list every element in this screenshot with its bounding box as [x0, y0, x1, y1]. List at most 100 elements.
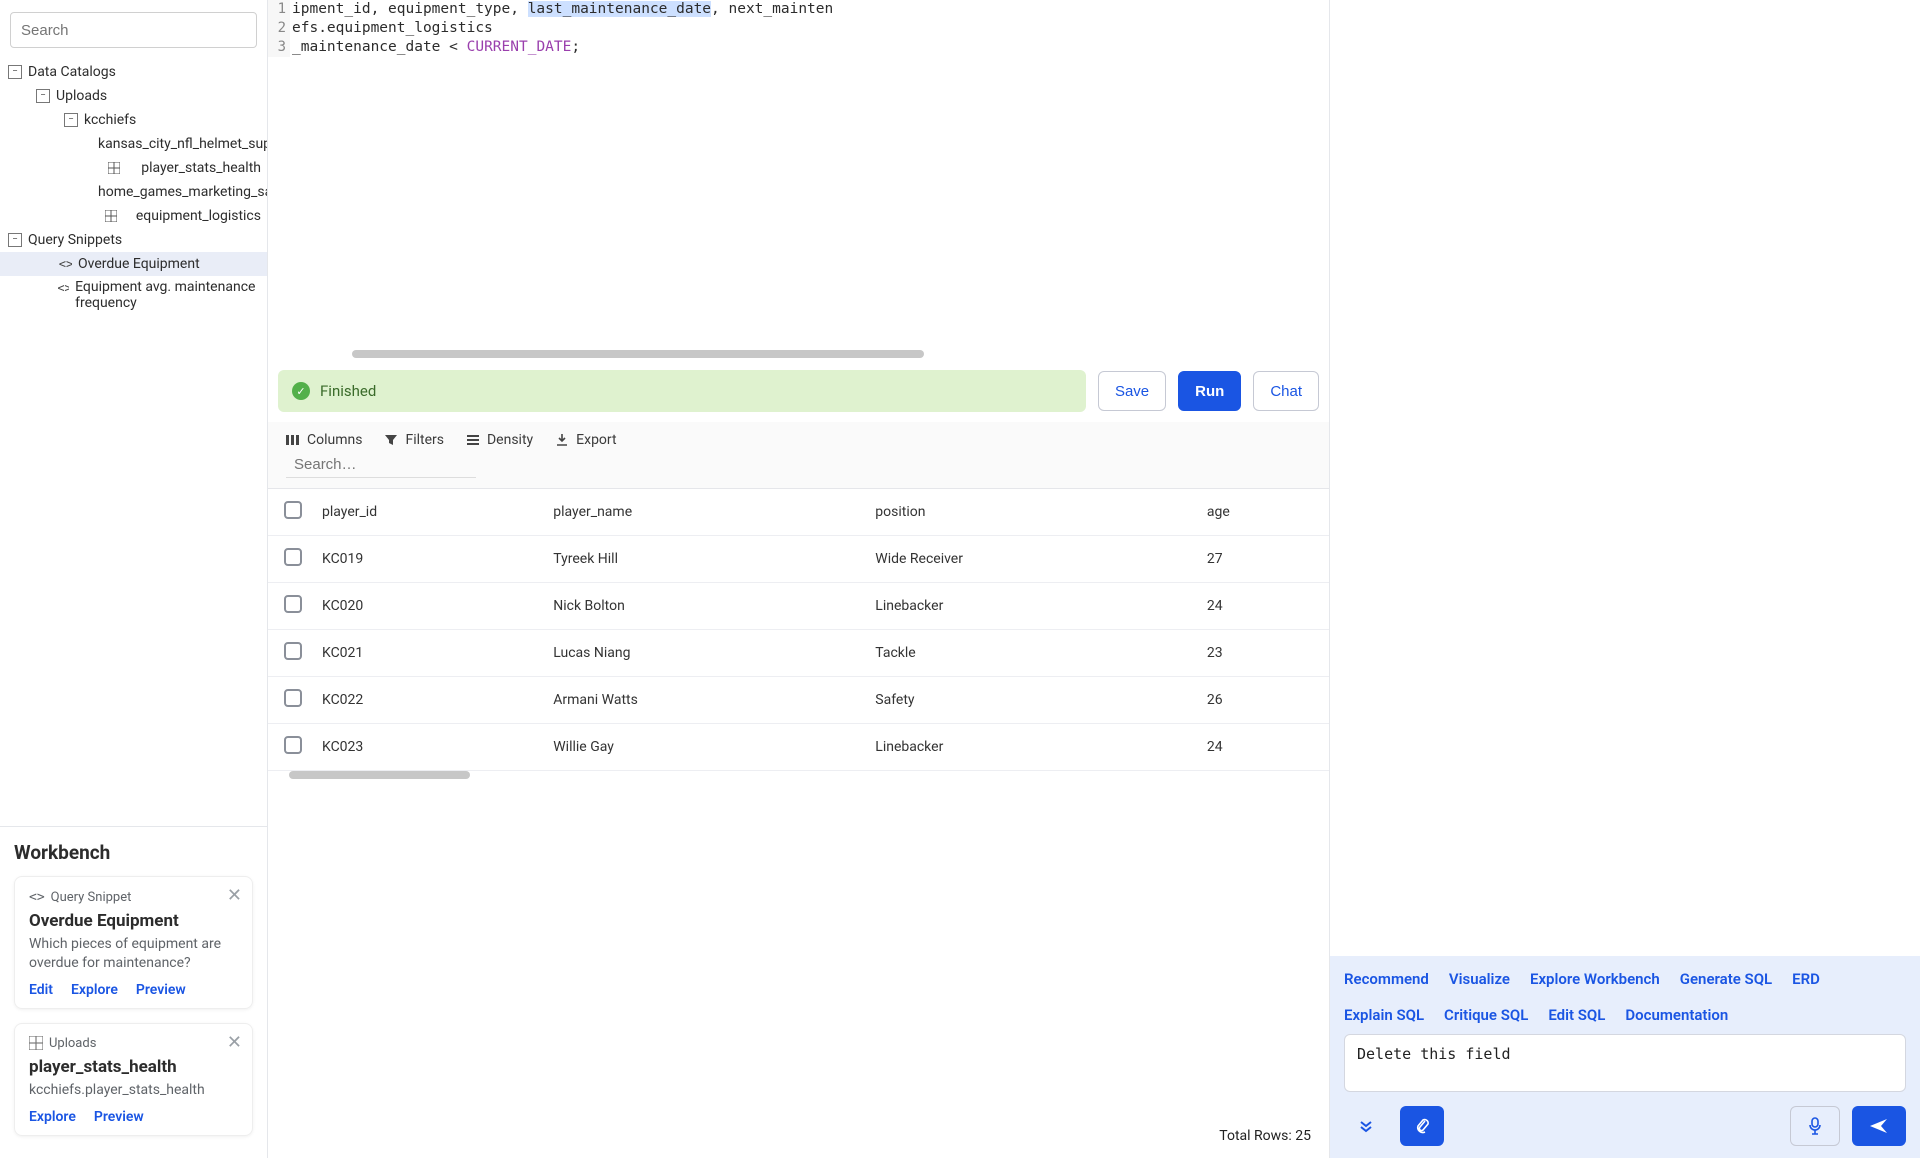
- table-cell: 27: [1197, 536, 1329, 583]
- workbench-card: ✕ Uploads player_stats_health kcchiefs.p…: [14, 1023, 253, 1136]
- results-grid[interactable]: player_id player_name position age KC019…: [268, 488, 1329, 1114]
- suggestion-chip[interactable]: Generate SQL: [1680, 970, 1772, 988]
- results-horizontal-scrollbar[interactable]: [268, 771, 1329, 781]
- tree-table-item[interactable]: home_games_marketing_sal: [0, 180, 267, 204]
- row-checkbox[interactable]: [284, 689, 302, 707]
- code-text: ipment_id, equipment_type,: [292, 1, 528, 17]
- tree-snippet-item[interactable]: <> Overdue Equipment: [0, 252, 267, 276]
- tree-table-item[interactable]: player_stats_health: [0, 156, 267, 180]
- close-icon[interactable]: ✕: [227, 1032, 242, 1053]
- tree-label: Query Snippets: [28, 232, 122, 248]
- prompt-input[interactable]: [1344, 1034, 1906, 1092]
- suggestion-chip[interactable]: Critique SQL: [1444, 1006, 1528, 1024]
- density-tool[interactable]: Density: [466, 432, 533, 448]
- tree-label: Equipment avg. maintenance frequency: [75, 279, 261, 311]
- workbench-action-explore[interactable]: Explore: [71, 982, 118, 998]
- table-cell: Linebacker: [865, 724, 1197, 771]
- close-icon[interactable]: ✕: [227, 885, 242, 906]
- editor-horizontal-scrollbar[interactable]: [290, 350, 1329, 360]
- table-row[interactable]: KC022Armani WattsSafety26: [268, 677, 1329, 724]
- workbench-action-preview[interactable]: Preview: [136, 982, 186, 998]
- workbench-action-preview[interactable]: Preview: [94, 1109, 144, 1125]
- tree-label: kcchiefs: [84, 112, 136, 128]
- suggestion-chip[interactable]: Recommend: [1344, 970, 1429, 988]
- mic-button[interactable]: [1790, 1106, 1840, 1146]
- table-row[interactable]: KC021Lucas NiangTackle23: [268, 630, 1329, 677]
- save-button[interactable]: Save: [1098, 371, 1166, 411]
- table-cell: Willie Gay: [543, 724, 865, 771]
- sidebar: − Data Catalogs − Uploads − kcchiefs kan…: [0, 0, 268, 1158]
- tree-data-catalogs[interactable]: − Data Catalogs: [0, 60, 267, 84]
- table-cell: Wide Receiver: [865, 536, 1197, 583]
- code-text: , next_mainten: [711, 1, 833, 17]
- filters-tool[interactable]: Filters: [384, 432, 444, 448]
- table-cell: Nick Bolton: [543, 583, 865, 630]
- table-cell: Tackle: [865, 630, 1197, 677]
- suggestion-chips: Recommend Visualize Explore Workbench Gener…: [1344, 970, 1906, 1024]
- send-button[interactable]: [1852, 1106, 1906, 1146]
- sql-editor[interactable]: 123 ipment_id, equipment_type, last_main…: [268, 0, 1329, 360]
- chat-button[interactable]: Chat: [1253, 371, 1319, 411]
- column-header[interactable]: player_id: [312, 489, 543, 536]
- select-all-checkbox[interactable]: [284, 501, 302, 519]
- code-text: efs.equipment_logistics: [292, 20, 493, 36]
- tree-table-item[interactable]: equipment_logistics: [0, 204, 267, 228]
- row-checkbox[interactable]: [284, 548, 302, 566]
- suggestion-chip[interactable]: ERD: [1792, 970, 1820, 988]
- workbench-action-edit[interactable]: Edit: [29, 982, 53, 998]
- editor-gutter: 123: [268, 0, 290, 57]
- table-cell: 26: [1197, 677, 1329, 724]
- suggestion-chip[interactable]: Visualize: [1449, 970, 1510, 988]
- tree-kcchiefs[interactable]: − kcchiefs: [0, 108, 267, 132]
- tree-label: home_games_marketing_sal: [98, 184, 267, 200]
- suggestion-chip[interactable]: Documentation: [1625, 1006, 1728, 1024]
- tree-snippet-item[interactable]: <> Equipment avg. maintenance frequency: [0, 276, 267, 314]
- table-row[interactable]: KC019Tyreek HillWide Receiver27: [268, 536, 1329, 583]
- tool-label: Columns: [307, 432, 362, 448]
- expand-icon[interactable]: [1344, 1106, 1388, 1146]
- suggestion-chip[interactable]: Explore Workbench: [1530, 970, 1660, 988]
- table-row[interactable]: KC020Nick BoltonLinebacker24: [268, 583, 1329, 630]
- code-text: _maintenance_date <: [292, 39, 467, 55]
- table-row[interactable]: KC023Willie GayLinebacker24: [268, 724, 1329, 771]
- row-checkbox[interactable]: [284, 595, 302, 613]
- tree-label: Data Catalogs: [28, 64, 116, 80]
- workbench-card-tag-label: Query Snippet: [51, 890, 132, 905]
- column-header[interactable]: position: [865, 489, 1197, 536]
- editor-code[interactable]: ipment_id, equipment_type, last_maintena…: [290, 0, 1329, 57]
- table-cell: 23: [1197, 630, 1329, 677]
- workbench-card: ✕ <> Query Snippet Overdue Equipment Whi…: [14, 876, 253, 1008]
- total-rows-label: Total Rows: 25: [1219, 1128, 1311, 1144]
- results-search-input[interactable]: [294, 456, 493, 473]
- column-header[interactable]: age: [1197, 489, 1329, 536]
- attach-button[interactable]: [1400, 1106, 1444, 1146]
- workbench-action-explore[interactable]: Explore: [29, 1109, 76, 1125]
- export-tool[interactable]: Export: [555, 432, 616, 448]
- tree-uploads[interactable]: − Uploads: [0, 84, 267, 108]
- suggestion-chip[interactable]: Explain SQL: [1344, 1006, 1424, 1024]
- catalog-tree: − Data Catalogs − Uploads − kcchiefs kan…: [0, 60, 267, 322]
- sidebar-search-input[interactable]: [10, 12, 257, 48]
- collapse-icon[interactable]: −: [36, 89, 50, 103]
- collapse-icon[interactable]: −: [8, 65, 22, 79]
- collapse-icon[interactable]: −: [64, 113, 78, 127]
- right-panel: Recommend Visualize Explore Workbench Gener…: [1330, 0, 1920, 1158]
- collapse-icon[interactable]: −: [8, 233, 22, 247]
- table-icon: [29, 1036, 43, 1050]
- tree-table-item[interactable]: kansas_city_nfl_helmet_supp: [0, 132, 267, 156]
- table-cell: KC022: [312, 677, 543, 724]
- columns-tool[interactable]: Columns: [286, 432, 362, 448]
- assistant-dock: Recommend Visualize Explore Workbench Gener…: [1330, 956, 1920, 1158]
- tool-label: Export: [576, 432, 616, 448]
- row-checkbox[interactable]: [284, 642, 302, 660]
- suggestion-chip[interactable]: Edit SQL: [1548, 1006, 1605, 1024]
- tree-query-snippets[interactable]: − Query Snippets: [0, 228, 267, 252]
- workbench-card-tag-label: Uploads: [49, 1036, 96, 1051]
- row-checkbox[interactable]: [284, 736, 302, 754]
- results-footer: Total Rows: 25: [268, 1114, 1329, 1158]
- column-header[interactable]: player_name: [543, 489, 865, 536]
- workbench-card-name: Overdue Equipment: [29, 911, 238, 931]
- run-button[interactable]: Run: [1178, 371, 1241, 411]
- table-cell: KC020: [312, 583, 543, 630]
- results-toolbar: Columns Filters Density Export: [268, 422, 1329, 452]
